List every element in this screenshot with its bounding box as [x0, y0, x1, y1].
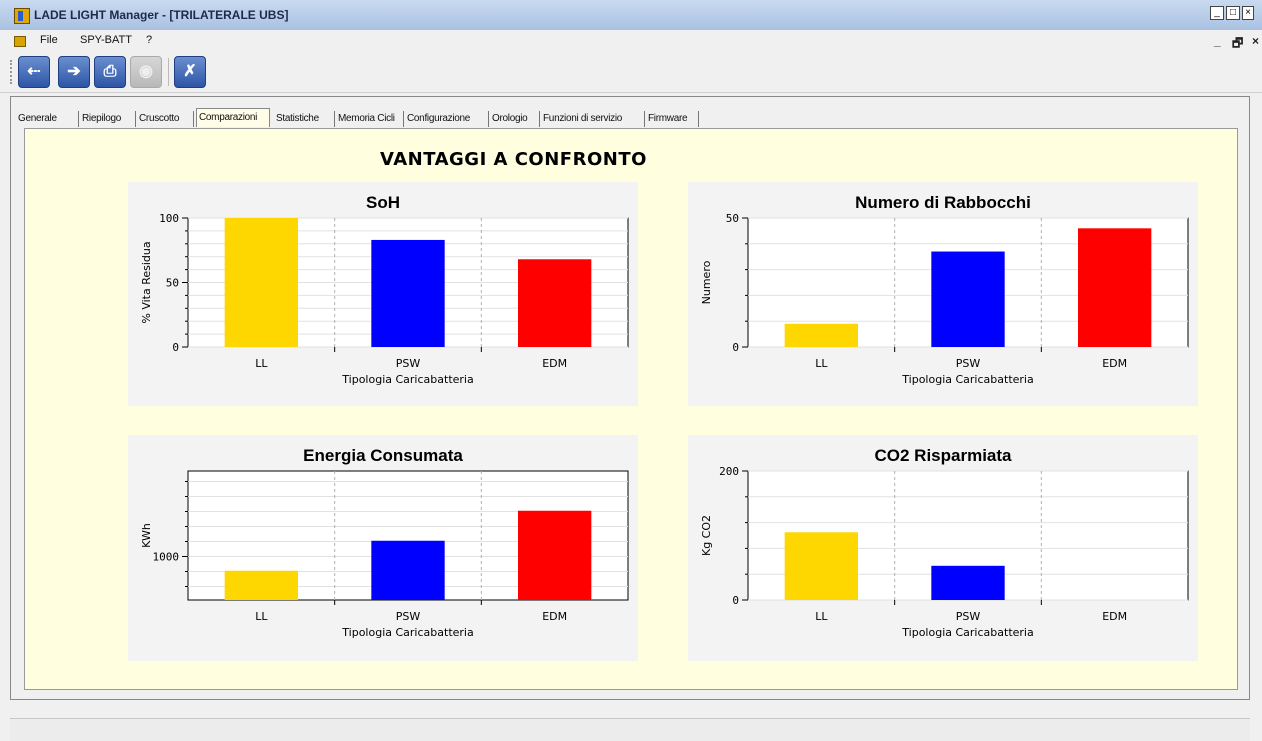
- tab-divider: [135, 111, 136, 127]
- print-icon[interactable]: ⎙: [94, 56, 126, 88]
- x-tick-label: EDM: [1102, 357, 1127, 370]
- y-tick-label: 100: [159, 212, 179, 225]
- bar-psw: [931, 251, 1005, 347]
- chart-soh: SoH LL PSW EDM 0 50 100 Tipologia Caricabatteri…: [128, 182, 638, 406]
- chart-numero-rabbocchi: Numero di Rabbocchi LL PSW EDM 0 50 Tipologia …: [688, 182, 1198, 406]
- x-tick-label: EDM: [1102, 610, 1127, 623]
- toolbar-separator: [168, 58, 169, 86]
- bar-edm: [518, 259, 592, 347]
- y-tick-label: 50: [726, 212, 739, 225]
- chart-energia-consumata: Energia Consumata LL PSW EDM 1000 Tipologia C…: [128, 435, 638, 661]
- tab-firmware[interactable]: Firmware: [648, 110, 688, 128]
- x-axis-label: Tipologia Caricabatteria: [901, 626, 1033, 639]
- tab-divider: [403, 111, 404, 127]
- y-axis-label: KWh: [140, 523, 153, 548]
- bar-psw: [371, 239, 445, 347]
- app-logo-icon: [14, 8, 30, 24]
- tab-comparazioni[interactable]: Comparazioni: [196, 108, 270, 127]
- tab-funzioni-di-servizio[interactable]: Funzioni di servizio: [543, 110, 622, 128]
- x-tick-label: LL: [815, 357, 828, 370]
- tab-configurazione[interactable]: Configurazione: [407, 110, 470, 128]
- chart-soh-svg: SoH LL PSW EDM 0 50 100 Tipologia Caricabatteri…: [140, 193, 629, 386]
- menu-spy-batt[interactable]: SPY-BATT: [80, 34, 132, 46]
- tab-statistiche[interactable]: Statistiche: [276, 110, 319, 128]
- tab-divider: [78, 111, 79, 127]
- tab-divider: [539, 111, 540, 127]
- tab-divider: [644, 111, 645, 127]
- bar-edm: [1078, 228, 1152, 347]
- mdi-document-icon[interactable]: [14, 36, 26, 47]
- menu-bar: File SPY-BATT ? _ 🗗 ×: [0, 30, 1262, 52]
- mdi-close-button[interactable]: ×: [1252, 34, 1259, 48]
- chart-rabbocchi-svg: Numero di Rabbocchi LL PSW EDM 0 50 Tipologia …: [700, 193, 1189, 386]
- y-tick-label: 50: [166, 277, 179, 290]
- bar-ll: [224, 570, 298, 600]
- minimize-button[interactable]: _: [1210, 6, 1224, 20]
- tab-cruscotto[interactable]: Cruscotto: [139, 110, 179, 128]
- window-title: LADE LIGHT Manager - [TRILATERALE UBS]: [34, 8, 289, 22]
- chart-title: SoH: [366, 193, 400, 212]
- y-tick-label: 0: [732, 594, 739, 607]
- y-tick-label: 0: [172, 341, 179, 354]
- toolbar: ⇠ ➔ ⎙ ◉ ✗: [0, 52, 1262, 93]
- x-tick-label: EDM: [542, 357, 567, 370]
- tab-memoria-cicli[interactable]: Memoria Cicli: [338, 110, 395, 128]
- chart-co2-svg: CO2 Risparmiata LL PSW EDM 0 200 Tipologia Car…: [700, 446, 1189, 639]
- tab-divider: [488, 111, 489, 127]
- chart-title: CO2 Risparmiata: [875, 446, 1013, 465]
- bar-ll: [224, 218, 298, 347]
- x-tick-label: PSW: [956, 357, 981, 370]
- maximize-button[interactable]: □: [1226, 6, 1240, 20]
- close-window-button[interactable]: ×: [1242, 6, 1254, 20]
- menu-help[interactable]: ?: [146, 34, 152, 46]
- x-tick-label: LL: [815, 610, 828, 623]
- y-axis-label: Numero: [700, 260, 713, 304]
- y-axis-label: Kg CO2: [700, 515, 713, 556]
- bar-edm: [518, 510, 592, 600]
- comparazioni-panel: VANTAGGI A CONFRONTO SoH LL PSW EDM 0 50 100 Ti…: [24, 128, 1238, 690]
- x-tick-label: PSW: [396, 610, 421, 623]
- tab-riepilogo[interactable]: Riepilogo: [82, 110, 121, 128]
- bar-psw: [931, 565, 1005, 600]
- y-tick-label: 1000: [153, 551, 180, 564]
- tab-orologio[interactable]: Orologio: [492, 110, 528, 128]
- usb-icon[interactable]: ⇠: [18, 56, 50, 88]
- chart-title: Numero di Rabbocchi: [855, 193, 1031, 212]
- bar-psw: [371, 540, 445, 600]
- x-tick-label: EDM: [542, 610, 567, 623]
- chart-energia-svg: Energia Consumata LL PSW EDM 1000 Tipologia C…: [140, 446, 629, 639]
- bar-ll: [784, 532, 858, 600]
- bar-ll: [784, 323, 858, 347]
- tab-divider: [334, 111, 335, 127]
- window-titlebar: LADE LIGHT Manager - [TRILATERALE UBS] _…: [0, 0, 1262, 31]
- x-axis-label: Tipologia Caricabatteria: [341, 626, 473, 639]
- x-tick-label: LL: [255, 610, 268, 623]
- close-x-icon[interactable]: ✗: [174, 56, 206, 88]
- y-tick-label: 0: [732, 341, 739, 354]
- x-axis-label: Tipologia Caricabatteria: [341, 373, 473, 386]
- tab-divider: [193, 111, 194, 127]
- page-title: VANTAGGI A CONFRONTO: [380, 149, 647, 170]
- status-bar: [10, 718, 1250, 741]
- tab-generale[interactable]: Generale: [18, 110, 57, 128]
- y-axis-label: % Vita Residua: [140, 241, 153, 323]
- x-tick-label: LL: [255, 357, 268, 370]
- x-tick-label: PSW: [396, 357, 421, 370]
- mdi-minimize-button[interactable]: _: [1214, 34, 1221, 48]
- menu-file[interactable]: File: [40, 34, 58, 46]
- export-icon[interactable]: ➔: [58, 56, 90, 88]
- chart-title: Energia Consumata: [303, 446, 463, 465]
- x-axis-label: Tipologia Caricabatteria: [901, 373, 1033, 386]
- disabled-circle-icon[interactable]: ◉: [130, 56, 162, 88]
- toolbar-grip[interactable]: [10, 60, 14, 84]
- tab-divider: [698, 111, 699, 127]
- y-tick-label: 200: [719, 465, 739, 478]
- x-tick-label: PSW: [956, 610, 981, 623]
- chart-co2-risparmiata: CO2 Risparmiata LL PSW EDM 0 200 Tipologia Car…: [688, 435, 1198, 661]
